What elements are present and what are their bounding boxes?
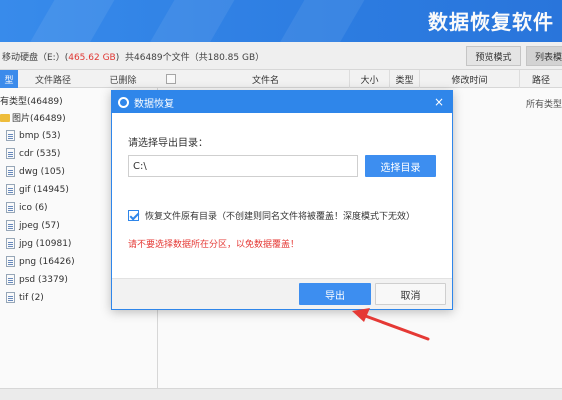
choose-directory-button[interactable]: 选择目录 <box>365 155 436 177</box>
warning-text: 请不要选择数据所在分区，以免数据覆盖！ <box>128 240 300 250</box>
export-button[interactable]: 导出 <box>299 283 371 305</box>
app-logo-icon <box>118 96 129 108</box>
recover-dialog: 数据恢复 × 请选择导出目录： C:\ 选择目录 恢复文件原有目录（不创建则同名… <box>111 90 453 310</box>
dialog-titlebar: 数据恢复 × <box>112 91 452 113</box>
keep-directory-label: 恢复文件原有目录（不创建则同名文件将被覆盖！深度模式下无效） <box>145 212 416 222</box>
export-dir-label: 请选择导出目录： <box>128 138 208 149</box>
dialog-title: 数据恢复 <box>134 98 174 110</box>
export-path-input[interactable]: C:\ <box>128 155 358 177</box>
keep-directory-checkbox[interactable] <box>128 210 139 221</box>
cancel-button[interactable]: 取消 <box>375 283 446 305</box>
dialog-footer: 导出 取消 <box>112 278 452 309</box>
keep-directory-option[interactable]: 恢复文件原有目录（不创建则同名文件将被覆盖！深度模式下无效） <box>128 209 415 222</box>
close-icon[interactable]: × <box>434 95 444 109</box>
